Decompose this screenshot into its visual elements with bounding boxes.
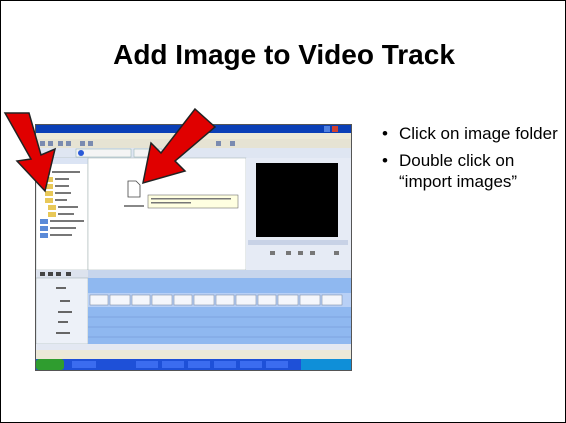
bullet-item: Double click on “import images” <box>382 150 562 192</box>
bullet-item: Click on image folder <box>382 123 562 144</box>
red-arrow-left-icon <box>3 112 57 193</box>
slide-title: Add Image to Video Track <box>113 39 455 70</box>
red-arrow-right-icon <box>142 107 217 185</box>
bullet-list: Click on image folder Double click on “i… <box>382 123 562 198</box>
slide: Add Image to Video Track • Click on imag… <box>0 0 566 423</box>
